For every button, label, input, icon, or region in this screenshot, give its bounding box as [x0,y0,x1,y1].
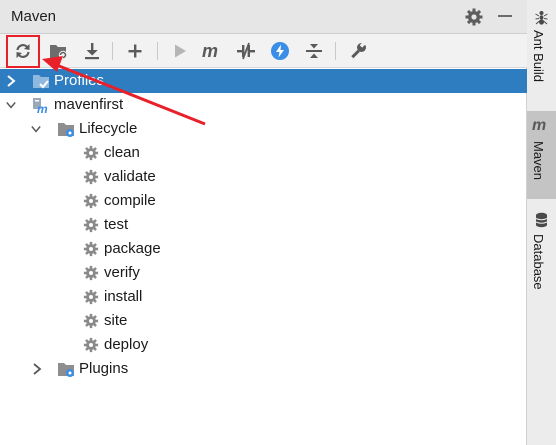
tree-label-plugins: Plugins [79,360,129,377]
collapse-icon [306,44,322,58]
tool-window-header: Maven [0,0,527,34]
maven-settings-button[interactable] [345,38,371,64]
tab-database[interactable]: Database [527,206,556,301]
toggle-skip-tests-button[interactable] [267,38,293,64]
folder-generate-icon [50,45,68,60]
gear-icon [83,217,99,233]
gear-icon [83,337,99,353]
goal-label: validate [104,168,156,185]
goal-label: clean [104,144,140,161]
tree-label-project: mavenfirst [54,96,124,113]
offline-icon [237,42,255,60]
tab-label: Maven [531,141,546,181]
tree-node-project[interactable]: m mavenfirst [0,93,527,117]
chevron-right-icon[interactable] [32,363,42,375]
svg-text:m: m [202,42,218,60]
lifecycle-goal-validate[interactable]: validate [0,165,527,189]
execute-maven-goal-button[interactable]: m [199,38,225,64]
goal-label: install [104,288,143,305]
svg-text:m: m [37,102,48,113]
svg-text:m: m [532,117,546,133]
plus-icon [128,44,142,58]
goal-label: verify [104,264,140,281]
run-icon [175,44,186,58]
download-sources-button[interactable] [79,38,105,64]
tab-label: Ant Build [531,30,546,83]
gear-icon [83,145,99,161]
generate-sources-button[interactable] [46,38,72,64]
run-maven-build-button[interactable] [167,38,193,64]
profiles-folder-icon [33,75,49,89]
lifecycle-folder-icon [58,123,74,137]
right-tool-window-bar: Ant Build m Maven Database [527,0,556,445]
gear-icon[interactable] [464,7,484,27]
goal-label: package [104,240,161,257]
goal-label: compile [104,192,156,209]
toggle-offline-mode-button[interactable] [233,38,259,64]
toolbar-separator [112,42,113,60]
lifecycle-goal-site[interactable]: site [0,309,527,333]
gear-icon [83,313,99,329]
tab-maven[interactable]: m Maven [527,111,556,199]
lifecycle-goal-compile[interactable]: compile [0,189,527,213]
goal-label: deploy [104,336,149,353]
tree-node-plugins[interactable]: Plugins [0,357,527,381]
lifecycle-goal-deploy[interactable]: deploy [0,333,527,357]
tab-label: Database [531,234,546,290]
maven-project-icon: m [33,98,48,113]
maven-toolbar: m [0,34,527,68]
gear-icon [83,289,99,305]
maven-m-icon: m [202,42,218,60]
tree-node-lifecycle[interactable]: Lifecycle [0,117,527,141]
tree-node-profiles[interactable]: Profiles [0,69,527,93]
plugins-folder-icon [58,363,74,377]
maven-tool-window: Maven m Profiles m mavenfirst Lifecycle … [0,0,527,445]
goal-label: test [104,216,129,233]
tree-label-lifecycle: Lifecycle [79,120,138,137]
chevron-down-icon[interactable] [31,123,41,135]
lifecycle-goal-clean[interactable]: clean [0,141,527,165]
lifecycle-goal-package[interactable]: package [0,237,527,261]
download-icon [85,43,99,60]
lightning-icon [271,42,289,60]
lifecycle-goal-install[interactable]: install [0,285,527,309]
gear-icon [83,265,99,281]
lifecycle-goal-test[interactable]: test [0,213,527,237]
chevron-right-icon[interactable] [6,75,16,87]
add-maven-projects-button[interactable] [122,38,148,64]
chevron-down-icon[interactable] [6,99,16,111]
tool-window-title: Maven [11,8,57,25]
ant-icon [535,11,548,25]
collapse-all-button[interactable] [301,38,327,64]
lifecycle-goal-verify[interactable]: verify [0,261,527,285]
maven-m-icon: m [532,117,546,133]
hide-icon[interactable] [498,15,512,17]
toolbar-separator [335,42,336,60]
tree-label-profiles: Profiles [54,72,105,89]
database-icon [535,212,548,228]
tab-ant-build[interactable]: Ant Build [527,6,556,98]
gear-icon [83,241,99,257]
goal-label: site [104,312,128,329]
gear-icon [83,169,99,185]
toolbar-separator [157,42,158,60]
reload-button-highlight [6,35,40,68]
gear-icon [83,193,99,209]
wrench-icon [351,42,366,59]
